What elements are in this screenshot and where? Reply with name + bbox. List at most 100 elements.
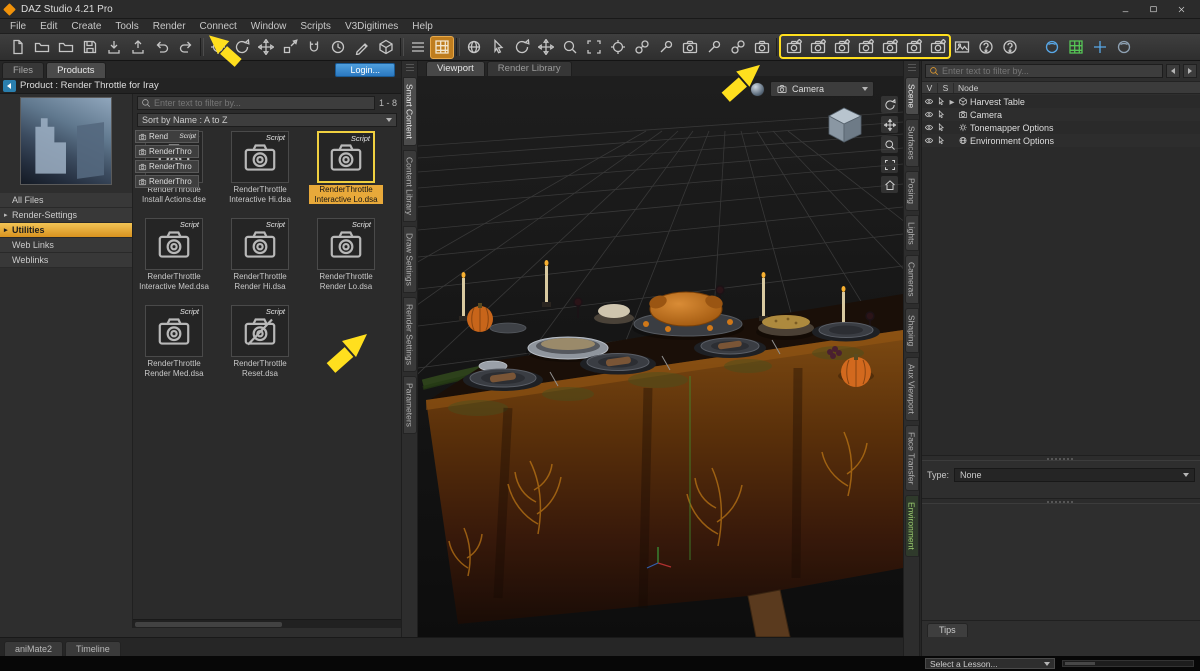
render-throttle-render-med-button[interactable] bbox=[926, 36, 950, 59]
open-scene-button[interactable] bbox=[30, 36, 54, 59]
tab-face-transfer[interactable]: Face Transfer bbox=[904, 424, 919, 492]
lesson-scrollbar[interactable] bbox=[1062, 660, 1194, 667]
render-throttle-render-lo-button[interactable] bbox=[902, 36, 926, 59]
camera-selector[interactable]: Camera bbox=[770, 81, 874, 97]
tab-environment[interactable]: Environment bbox=[904, 495, 919, 558]
menu-v3digitimes[interactable]: V3Digitimes bbox=[338, 21, 405, 32]
file-renderthrottle-render-hi[interactable]: Script RenderThrottle Render Hi.dsa bbox=[223, 218, 297, 291]
category-web-links[interactable]: Web Links bbox=[0, 238, 132, 253]
pan-view-button[interactable] bbox=[881, 116, 898, 133]
node-camera[interactable]: Camera bbox=[922, 108, 1200, 121]
tab-animate2[interactable]: aniMate2 bbox=[4, 641, 64, 656]
file-renderthrottle-interactive-med[interactable]: Script RenderThrottle Interactive Med.ds… bbox=[137, 218, 211, 291]
file-renderthrottle-render-med[interactable]: Script RenderThrottle Render Med.dsa bbox=[137, 305, 211, 378]
cursor-icon[interactable] bbox=[936, 97, 946, 106]
tab-render-library[interactable]: Render Library bbox=[486, 61, 572, 76]
menu-scripts[interactable]: Scripts bbox=[293, 21, 338, 32]
node-environment-options[interactable]: Environment Options bbox=[922, 134, 1200, 147]
menu-render[interactable]: Render bbox=[146, 21, 193, 32]
frame-view-button[interactable] bbox=[881, 156, 898, 173]
list-item[interactable]: RenderThro bbox=[135, 160, 199, 173]
orbit-view-tool[interactable] bbox=[510, 36, 534, 59]
eye-icon[interactable] bbox=[924, 136, 934, 145]
render-throttle-interactive-hi-button[interactable] bbox=[806, 36, 830, 59]
tab-viewport[interactable]: Viewport bbox=[426, 61, 485, 76]
cms-status-icon[interactable] bbox=[1064, 36, 1088, 59]
eye-icon[interactable] bbox=[924, 123, 934, 132]
node-tonemapper-options[interactable]: Tonemapper Options bbox=[922, 121, 1200, 134]
view-cube[interactable] bbox=[821, 102, 867, 148]
scene-filter-input[interactable] bbox=[942, 66, 1159, 76]
tab-render-settings[interactable]: Render Settings bbox=[402, 296, 417, 372]
camera-settings-button[interactable] bbox=[750, 36, 774, 59]
list-view-button[interactable] bbox=[406, 36, 430, 59]
tab-products[interactable]: Products bbox=[46, 62, 106, 78]
tab-parameters[interactable]: Parameters bbox=[402, 375, 417, 434]
tab-files[interactable]: Files bbox=[2, 62, 45, 78]
tab-draw-settings[interactable]: Draw Settings bbox=[402, 225, 417, 293]
filter-input[interactable] bbox=[154, 98, 371, 108]
product-thumbnail[interactable] bbox=[20, 97, 112, 185]
render-throttle-render-hi-button[interactable] bbox=[878, 36, 902, 59]
geometry-editor-tool[interactable] bbox=[374, 36, 398, 59]
lesson-dropdown[interactable]: Select a Lesson... bbox=[925, 658, 1055, 669]
tips-button[interactable]: Tips bbox=[927, 623, 968, 637]
back-button[interactable] bbox=[3, 79, 16, 92]
export-button[interactable] bbox=[126, 36, 150, 59]
menu-tools[interactable]: Tools bbox=[108, 21, 145, 32]
tab-content-library[interactable]: Content Library bbox=[402, 149, 417, 222]
camera-view-button[interactable] bbox=[678, 36, 702, 59]
expander-icon[interactable]: ▶ bbox=[948, 98, 956, 106]
tab-aux-viewport[interactable]: Aux Viewport bbox=[904, 357, 919, 421]
menu-help[interactable]: Help bbox=[405, 21, 440, 32]
filter-next-button[interactable] bbox=[1183, 64, 1197, 78]
menu-edit[interactable]: Edit bbox=[33, 21, 64, 32]
menu-window[interactable]: Window bbox=[244, 21, 294, 32]
filter-prev-button[interactable] bbox=[1166, 64, 1180, 78]
cursor-icon[interactable] bbox=[936, 123, 946, 132]
category-utilities[interactable]: ▸ Utilities bbox=[0, 223, 132, 238]
tab-posing[interactable]: Posing bbox=[904, 170, 919, 211]
eye-icon[interactable] bbox=[924, 97, 934, 106]
toolbar-button[interactable] bbox=[774, 36, 782, 59]
pin-rotation-button[interactable] bbox=[702, 36, 726, 59]
aim-view-tool[interactable] bbox=[606, 36, 630, 59]
cursor-icon[interactable] bbox=[936, 110, 946, 119]
menu-connect[interactable]: Connect bbox=[193, 21, 244, 32]
redo-button[interactable] bbox=[174, 36, 198, 59]
undo-button[interactable] bbox=[150, 36, 174, 59]
tab-scene[interactable]: Scene bbox=[904, 77, 919, 116]
file-renderthrottle-interactive-hi[interactable]: Script RenderThrottle Interactive Hi.dsa bbox=[223, 131, 297, 204]
eye-icon[interactable] bbox=[924, 110, 934, 119]
render-button[interactable] bbox=[950, 36, 974, 59]
draw-style-button[interactable] bbox=[430, 35, 454, 59]
horizontal-scrollbar[interactable] bbox=[133, 619, 401, 628]
timeline-tool[interactable] bbox=[326, 36, 350, 59]
translate-tool[interactable] bbox=[254, 36, 278, 59]
menu-create[interactable]: Create bbox=[64, 21, 108, 32]
help-button[interactable] bbox=[974, 36, 998, 59]
surface-selection-tool[interactable] bbox=[350, 36, 374, 59]
file-renderthrottle-reset[interactable]: Script RenderThrottle Reset.dsa bbox=[223, 305, 297, 378]
home-view-button[interactable] bbox=[881, 176, 898, 193]
splitter[interactable] bbox=[922, 498, 1200, 504]
render-throttle-interactive-med-button[interactable] bbox=[854, 36, 878, 59]
scene-navigator-tool[interactable] bbox=[206, 36, 230, 59]
toolbar-button[interactable] bbox=[398, 36, 406, 59]
pan-view-tool[interactable] bbox=[534, 36, 558, 59]
close-button[interactable] bbox=[1167, 1, 1195, 18]
list-item[interactable]: RenderThro bbox=[135, 175, 199, 188]
category-all-files[interactable]: All Files bbox=[0, 193, 132, 208]
merge-scene-button[interactable] bbox=[54, 36, 78, 59]
viewport-sphere-icon[interactable] bbox=[750, 82, 765, 97]
node-selection-tool[interactable] bbox=[486, 36, 510, 59]
tab-cameras[interactable]: Cameras bbox=[904, 255, 919, 304]
tab-lights[interactable]: Lights bbox=[904, 214, 919, 252]
link-selection-button[interactable] bbox=[726, 36, 750, 59]
viewport-scene[interactable] bbox=[418, 76, 903, 637]
category-weblinks[interactable]: Weblinks bbox=[0, 253, 132, 268]
tab-smart-content[interactable]: Smart Content bbox=[402, 77, 417, 146]
orbit-view-button[interactable] bbox=[881, 96, 898, 113]
import-button[interactable] bbox=[102, 36, 126, 59]
tab-shaping[interactable]: Shaping bbox=[904, 307, 919, 354]
